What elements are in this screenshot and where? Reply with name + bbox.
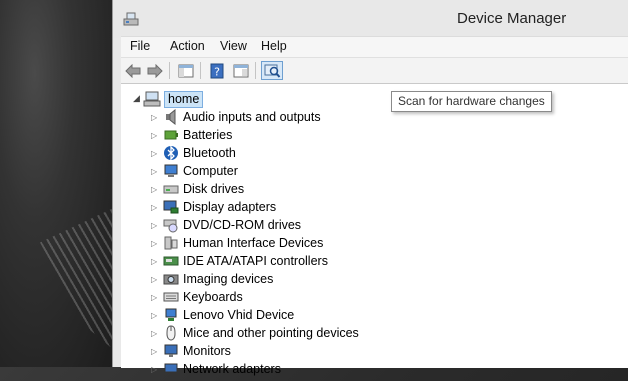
tree-node-computer[interactable]: ▷ Computer [151,162,238,180]
tree-node-label: Human Interface Devices [183,236,324,250]
tree-node-bluetooth[interactable]: ▷ Bluetooth [151,144,236,162]
disk-drive-icon [163,181,179,197]
expand-triangle-icon[interactable]: ▷ [151,257,163,266]
hid-icon [163,235,179,251]
menu-file[interactable]: File [130,39,150,53]
back-button[interactable] [123,61,143,80]
battery-icon [163,127,179,143]
tree-node-label: Display adapters [183,200,277,214]
tree-node-label: Batteries [183,128,233,142]
tree-node-label: Mice and other pointing devices [183,326,359,340]
tree-node-keyboards[interactable]: ▷ Keyboards [151,288,243,306]
desktop-wallpaper [0,0,120,367]
show-hide-console-tree-button[interactable] [176,61,196,80]
tree-node-label: IDE ATA/ATAPI controllers [183,254,328,268]
tree-node-ide-ata-atapi-controllers[interactable]: ▷ IDE ATA/ATAPI controllers [151,252,328,270]
expand-triangle-icon[interactable]: ▷ [151,275,163,284]
toolbar-separator [255,62,256,79]
ide-controller-icon [163,253,179,269]
tree-node-label: Computer [183,164,238,178]
tree-node-disk-drives[interactable]: ▷ Disk drives [151,180,244,198]
computer-root-icon [143,91,161,107]
tree-node-monitors[interactable]: ▷ Monitors [151,342,231,360]
camera-icon [163,271,179,287]
tree-node-display-adapters[interactable]: ▷ Display adapters [151,198,276,216]
device-icon [163,307,179,323]
forward-arrow-icon [147,63,163,78]
device-manager-window: Device Manager File Action View Help ? ◢… [112,0,628,376]
menu-view[interactable]: View [220,39,247,53]
tree-root-node[interactable]: ◢ home [133,90,204,108]
help-button[interactable]: ? [207,61,227,80]
network-adapter-icon [163,361,179,377]
tree-node-label: Audio inputs and outputs [183,110,321,124]
tree-node-batteries[interactable]: ▷ Batteries [151,126,232,144]
display-adapter-icon [163,199,179,215]
tree-node-dvd-cd-rom-drives[interactable]: ▷ DVD/CD-ROM drives [151,216,301,234]
properties-button[interactable] [231,61,251,80]
window-title: Device Manager [457,10,567,27]
tree-node-network-adapters[interactable]: ▷ Network adapters [151,360,281,378]
device-tree-pane: ◢ home ▷ Audio inputs and outputs ▷ Batteri… [121,83,628,376]
tree-node-label: Disk drives [183,182,245,196]
menu-help[interactable]: Help [261,39,287,53]
scan-hardware-tooltip: Scan for hardware changes [391,91,552,112]
menu-action[interactable]: Action [170,39,205,53]
expand-triangle-icon[interactable]: ▷ [151,239,163,248]
expand-triangle-icon[interactable]: ▷ [151,185,163,194]
toolbar: ? [121,57,628,84]
tree-node-human-interface-devices[interactable]: ▷ Human Interface Devices [151,234,323,252]
back-arrow-icon [125,63,141,78]
properties-window-icon [233,64,249,77]
expand-triangle-icon[interactable]: ▷ [151,365,163,374]
expand-triangle-icon[interactable]: ▷ [151,149,163,158]
tree-node-audio-inputs-and-outputs[interactable]: ▷ Audio inputs and outputs [151,108,321,126]
help-icon: ? [210,63,224,78]
expand-triangle-icon[interactable]: ▷ [151,293,163,302]
toolbar-separator [200,62,201,79]
keyboard-icon [163,289,179,305]
console-tree-icon [178,64,194,77]
scan-hardware-changes-button[interactable] [261,61,283,80]
expand-triangle-icon[interactable]: ▷ [151,311,163,320]
menu-bar: File Action View Help [121,36,628,57]
tree-node-label: Lenovo Vhid Device [183,308,295,322]
tree-node-label: Keyboards [183,290,243,304]
expand-triangle-icon[interactable]: ▷ [151,221,163,230]
scan-hardware-icon [264,64,280,78]
tree-node-label: Bluetooth [183,146,236,160]
collapse-triangle-icon[interactable]: ◢ [133,94,143,104]
tree-node-label: DVD/CD-ROM drives [183,218,302,232]
forward-button[interactable] [145,61,165,80]
computer-icon [163,163,179,179]
expand-triangle-icon[interactable]: ▷ [151,113,163,122]
tree-node-label: Imaging devices [183,272,274,286]
device-manager-app-icon[interactable] [122,10,140,28]
root-computer-label[interactable]: home [164,90,204,108]
wallpaper-wing-graphic [40,205,120,355]
expand-triangle-icon[interactable]: ▷ [151,203,163,212]
tree-node-mice-and-other-pointing-devices[interactable]: ▷ Mice and other pointing devices [151,324,359,342]
mouse-icon [163,325,179,341]
tree-node-imaging-devices[interactable]: ▷ Imaging devices [151,270,273,288]
dvd-drive-icon [163,217,179,233]
speaker-icon [163,108,179,126]
bluetooth-icon [163,145,179,161]
monitor-icon [163,343,179,359]
tree-node-lenovo-vhid-device[interactable]: ▷ Lenovo Vhid Device [151,306,294,324]
tree-node-label: Network adapters [183,362,281,376]
tree-node-label: Monitors [183,344,231,358]
svg-text:?: ? [214,65,220,78]
expand-triangle-icon[interactable]: ▷ [151,329,163,338]
toolbar-separator [169,62,170,79]
expand-triangle-icon[interactable]: ▷ [151,131,163,140]
title-bar[interactable]: Device Manager [113,0,628,38]
expand-triangle-icon[interactable]: ▷ [151,167,163,176]
expand-triangle-icon[interactable]: ▷ [151,347,163,356]
